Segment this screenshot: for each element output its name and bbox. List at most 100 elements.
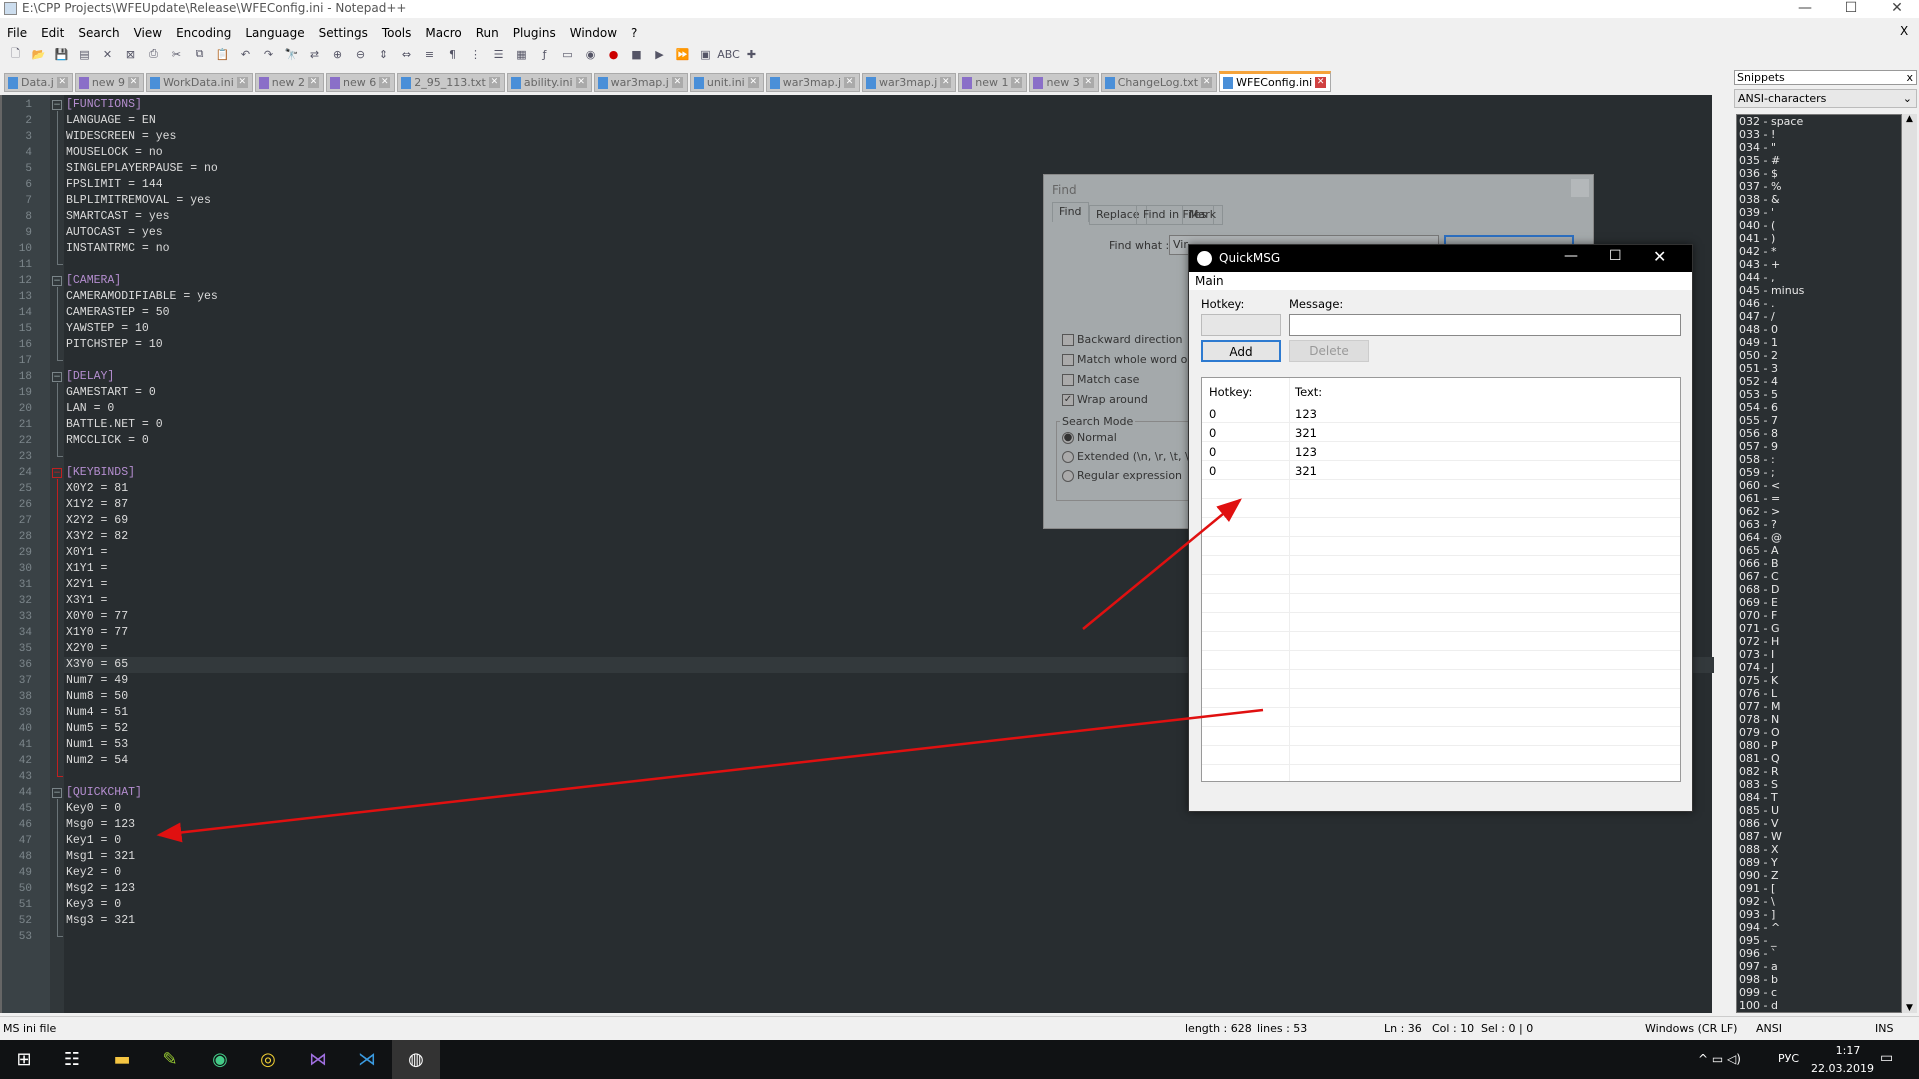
code-line[interactable]: Num7 = 49: [66, 673, 128, 689]
snippet-category-select[interactable]: ANSI-characters ⌄: [1734, 89, 1917, 108]
replace-icon[interactable]: ⇄: [305, 45, 324, 63]
menu-file[interactable]: File: [0, 24, 34, 42]
udl-icon[interactable]: ☰: [489, 45, 508, 63]
tab-new-6[interactable]: new 6 ✕: [326, 73, 396, 92]
code-line[interactable]: X1Y0 = 77: [66, 625, 128, 641]
close-tab-icon[interactable]: ✕: [308, 77, 319, 88]
snippet-item[interactable]: 068 - D: [1737, 583, 1901, 596]
snippet-item[interactable]: 052 - 4: [1737, 375, 1901, 388]
menu-edit[interactable]: Edit: [34, 24, 71, 42]
tab-changelog-txt[interactable]: ChangeLog.txt ✕: [1100, 73, 1218, 92]
snippet-item[interactable]: 045 - minus: [1737, 284, 1901, 297]
snippet-item[interactable]: 096 - `: [1737, 947, 1901, 960]
table-row[interactable]: [1202, 518, 1680, 537]
code-line[interactable]: LAN = 0: [66, 401, 114, 417]
close-tab-icon[interactable]: ✕: [1011, 77, 1023, 88]
tab-data-j[interactable]: Data.j ✕: [4, 73, 73, 92]
radio-2[interactable]: Regular expression: [1062, 469, 1182, 482]
snippet-item[interactable]: 041 - ): [1737, 232, 1901, 245]
quickmsg-app-icon[interactable]: ◍: [392, 1040, 440, 1079]
radio-button[interactable]: [1062, 450, 1074, 463]
code-line[interactable]: X3Y2 = 82: [66, 529, 128, 545]
sync-v-icon[interactable]: ⇕: [374, 45, 393, 63]
word-wrap-icon[interactable]: ≡: [420, 45, 439, 63]
close-panel-icon[interactable]: x: [1906, 71, 1913, 84]
snippet-item[interactable]: 035 - #: [1737, 154, 1901, 167]
snippet-item[interactable]: 046 - .: [1737, 297, 1901, 310]
table-row[interactable]: [1202, 537, 1680, 556]
snippet-item[interactable]: 093 - ]: [1737, 908, 1901, 921]
fold-toggle-icon[interactable]: −: [52, 788, 62, 798]
code-line[interactable]: X1Y1 =: [66, 561, 107, 577]
fold-toggle-icon[interactable]: −: [52, 100, 62, 110]
table-row[interactable]: 0 123: [1202, 442, 1680, 461]
close-tab-icon[interactable]: ✕: [236, 77, 248, 88]
code-line[interactable]: X2Y2 = 69: [66, 513, 128, 529]
code-line[interactable]: X0Y0 = 77: [66, 609, 128, 625]
add-button[interactable]: Add: [1201, 340, 1281, 362]
snippet-item[interactable]: 097 - a: [1737, 960, 1901, 973]
record-macro-icon[interactable]: ●: [604, 45, 623, 63]
code-line[interactable]: FPSLIMIT = 144: [66, 177, 163, 193]
scrollbar[interactable]: ▲ ▼: [1902, 114, 1917, 1013]
code-line[interactable]: MOUSELOCK = no: [66, 145, 163, 161]
code-line[interactable]: Key1 = 0: [66, 833, 121, 849]
code-line[interactable]: X2Y1 =: [66, 577, 107, 593]
indent-guide-icon[interactable]: ⋮: [466, 45, 485, 63]
code-line[interactable]: PITCHSTEP = 10: [66, 337, 163, 353]
table-row[interactable]: [1202, 575, 1680, 594]
close-tab-icon[interactable]: ✕: [844, 77, 855, 88]
snippet-item[interactable]: 055 - 7: [1737, 414, 1901, 427]
section-header[interactable]: [KEYBINDS]: [66, 465, 135, 481]
code-line[interactable]: SMARTCAST = yes: [66, 209, 170, 225]
menu-run[interactable]: Run: [469, 24, 506, 42]
game-icon[interactable]: ◎: [244, 1040, 292, 1079]
snippet-item[interactable]: 075 - K: [1737, 674, 1901, 687]
snippet-item[interactable]: 063 - ?: [1737, 518, 1901, 531]
snippet-item[interactable]: 081 - Q: [1737, 752, 1901, 765]
snippet-item[interactable]: 034 - ": [1737, 141, 1901, 154]
snippet-item[interactable]: 033 - !: [1737, 128, 1901, 141]
radio-button[interactable]: [1062, 469, 1074, 482]
snippet-item[interactable]: 086 - V: [1737, 817, 1901, 830]
run-macro-multiple-icon[interactable]: ⏩: [673, 45, 692, 63]
tab-war3map-j[interactable]: war3map.j ✕: [593, 73, 688, 92]
fold-toggle-icon[interactable]: −: [52, 372, 62, 382]
section-header[interactable]: [QUICKCHAT]: [66, 785, 142, 801]
menu-language[interactable]: Language: [238, 24, 311, 42]
menu-view[interactable]: View: [127, 24, 169, 42]
code-line[interactable]: Key2 = 0: [66, 865, 121, 881]
snippet-item[interactable]: 100 - d: [1737, 999, 1901, 1012]
tab-mark[interactable]: Mark: [1182, 205, 1224, 225]
tab-new-3[interactable]: new 3 ✕: [1029, 73, 1099, 92]
menu-tools[interactable]: Tools: [375, 24, 419, 42]
code-line[interactable]: RMCCLICK = 0: [66, 433, 149, 449]
minimize-button[interactable]: —: [1564, 248, 1578, 264]
table-row[interactable]: [1202, 632, 1680, 651]
snippet-item[interactable]: 079 - O: [1737, 726, 1901, 739]
monitor-icon[interactable]: ◉: [581, 45, 600, 63]
code-line[interactable]: X3Y0 = 65: [66, 657, 128, 673]
snippet-item[interactable]: 065 - A: [1737, 544, 1901, 557]
close-button[interactable]: ✕: [1653, 247, 1666, 266]
snippet-item[interactable]: 073 - I: [1737, 648, 1901, 661]
play-macro-icon[interactable]: ▶: [650, 45, 669, 63]
show-all-icon[interactable]: ¶: [443, 45, 462, 63]
snippet-item[interactable]: 088 - X: [1737, 843, 1901, 856]
code-line[interactable]: SINGLEPLAYERPAUSE = no: [66, 161, 218, 177]
code-line[interactable]: INSTANTRMC = no: [66, 241, 170, 257]
code-line[interactable]: Num1 = 53: [66, 737, 128, 753]
snippet-item[interactable]: 060 - <: [1737, 479, 1901, 492]
code-line[interactable]: Msg0 = 123: [66, 817, 135, 833]
tab-wfeconfig-ini[interactable]: WFEConfig.ini ✕: [1219, 71, 1332, 92]
code-line[interactable]: Num5 = 52: [66, 721, 128, 737]
snippet-item[interactable]: 082 - R: [1737, 765, 1901, 778]
snippet-item[interactable]: 098 - b: [1737, 973, 1901, 986]
code-line[interactable]: LANGUAGE = EN: [66, 113, 156, 129]
zoom-out-icon[interactable]: ⊖: [351, 45, 370, 63]
snippet-item[interactable]: 077 - M: [1737, 700, 1901, 713]
undo-icon[interactable]: ↶: [236, 45, 255, 63]
visual-studio-icon[interactable]: ⋈: [294, 1040, 342, 1079]
tab-new-9[interactable]: new 9 ✕: [74, 73, 145, 92]
close-icon[interactable]: ✕: [98, 45, 117, 63]
